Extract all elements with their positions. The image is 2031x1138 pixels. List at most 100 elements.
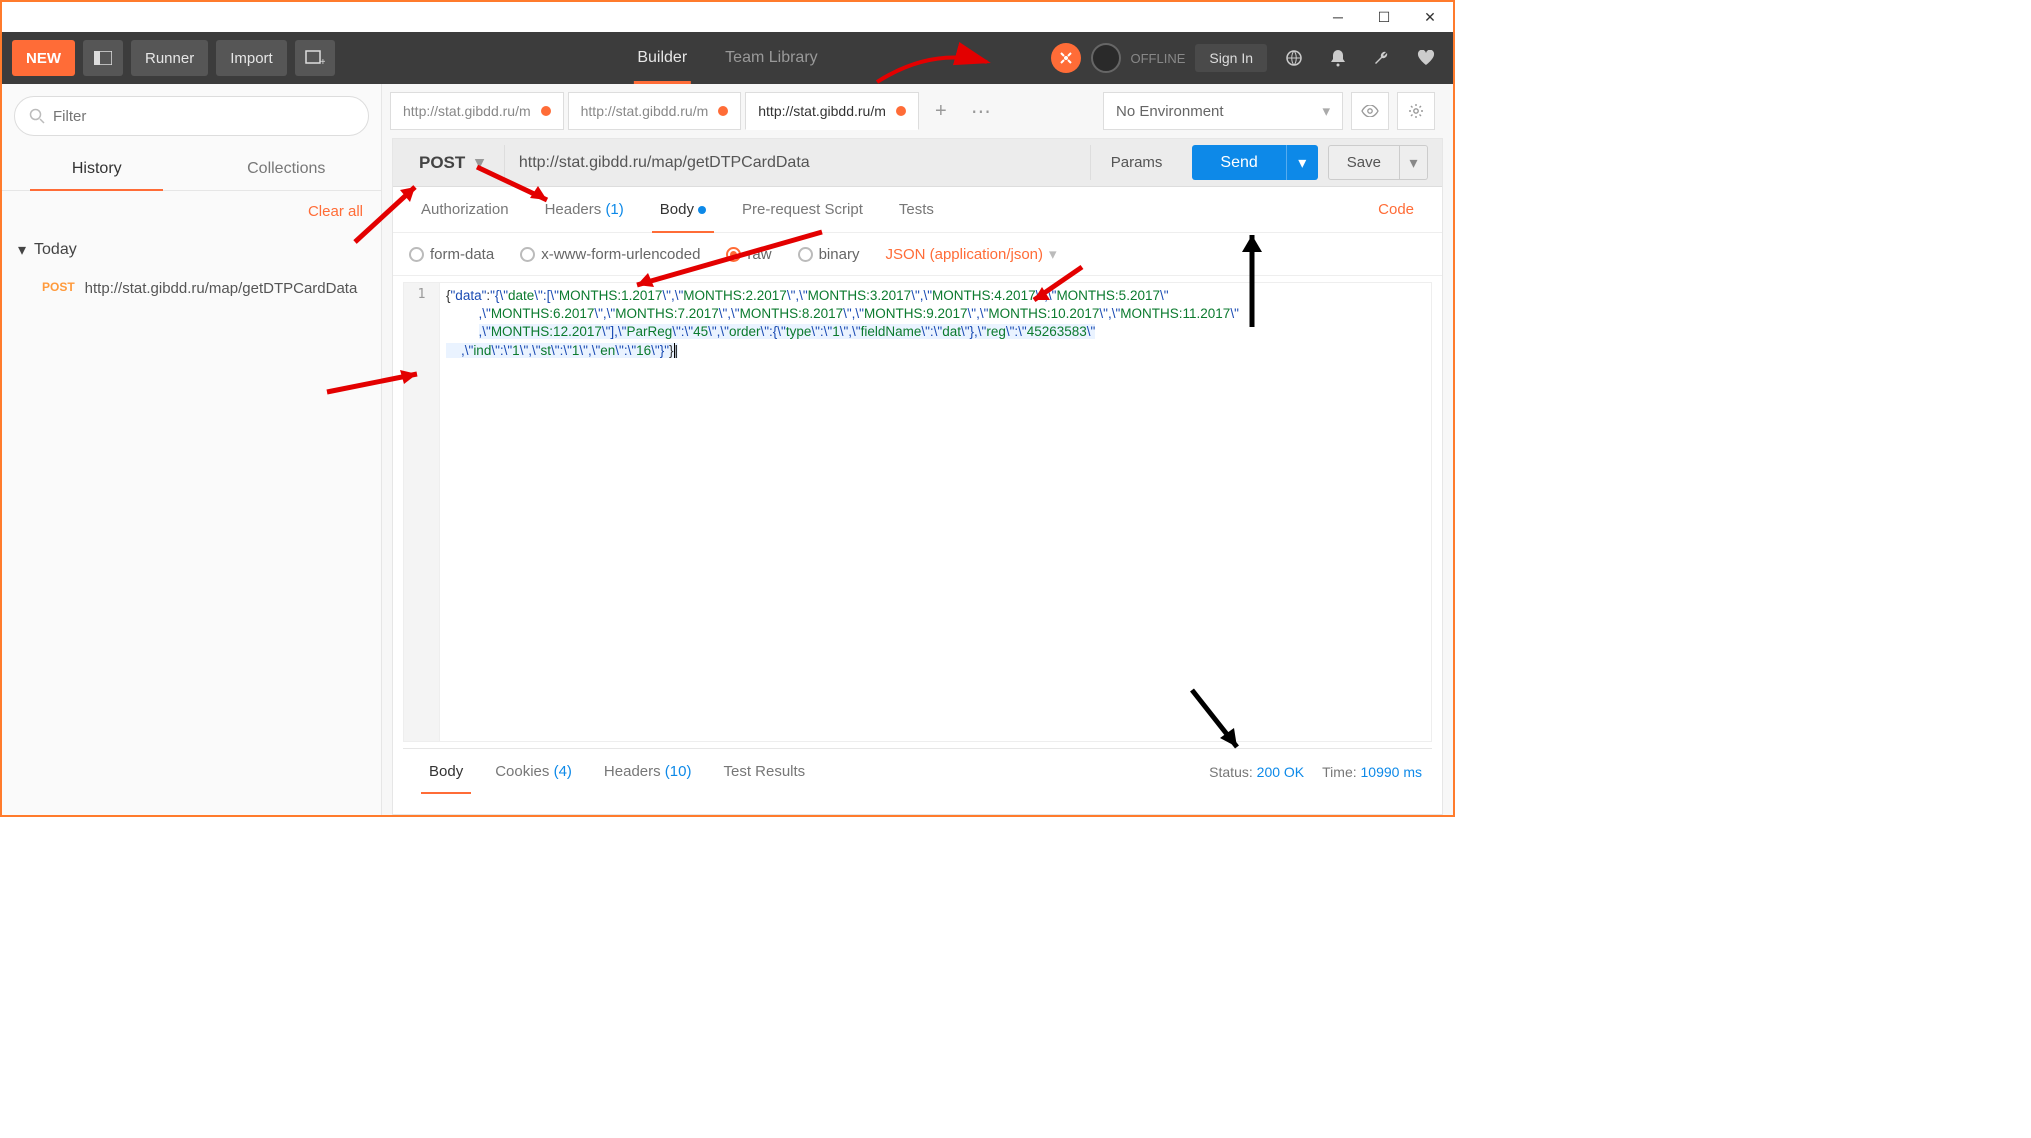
interceptor-icon[interactable] [1051,43,1081,73]
notifications-button[interactable] [1321,41,1355,75]
code-link[interactable]: Code [1360,187,1432,232]
heart-icon [1417,50,1435,66]
body-type-label: form-data [430,246,494,263]
toggle-sidebar-button[interactable] [83,40,123,76]
save-button[interactable]: Save [1328,145,1400,180]
request-tab[interactable]: http://stat.gibdd.ru/m [568,92,742,130]
chevron-down-icon: ▾ [475,153,484,173]
sidebar-tabs: History Collections [2,148,381,191]
content-type-label: JSON (application/json) [885,246,1043,263]
tab-headers-label: Headers [545,201,602,218]
main-area: History Collections Clear all ▾ Today PO… [2,84,1453,815]
runner-button[interactable]: Runner [131,40,208,76]
new-tab-button[interactable]: + [923,93,959,129]
signin-button[interactable]: Sign In [1195,44,1267,72]
dirty-indicator-icon [896,106,906,116]
environment-settings-button[interactable] [1397,92,1435,130]
heart-button[interactable] [1409,41,1443,75]
request-tab[interactable]: http://stat.gibdd.ru/m [745,92,919,130]
import-button[interactable]: Import [216,40,287,76]
dirty-indicator-icon [541,106,551,116]
tab-tests[interactable]: Tests [881,187,952,232]
history-group-today[interactable]: ▾ Today [2,232,381,268]
url-input[interactable] [505,145,1090,180]
status-label: Status: [1209,764,1253,780]
sync-status-label: OFFLINE [1131,51,1186,66]
params-button[interactable]: Params [1090,145,1183,180]
body-type-raw[interactable]: raw [726,246,771,263]
request-tab[interactable]: http://stat.gibdd.ru/m [390,92,564,130]
filter-input[interactable] [53,108,354,125]
request-tab-label: http://stat.gibdd.ru/m [403,103,531,119]
response-tab-cookies-label: Cookies [495,763,549,780]
environment-select[interactable]: No Environment [1103,92,1343,130]
sidebar-tab-collections[interactable]: Collections [192,148,382,190]
response-tab-body[interactable]: Body [413,749,479,794]
save-dropdown[interactable]: ▾ [1400,145,1428,180]
new-window-icon: + [305,50,325,66]
sidebar-tab-history[interactable]: History [2,148,192,190]
send-group: Send ▾ [1192,145,1317,180]
response-tab-cookies[interactable]: Cookies (4) [479,749,588,794]
eye-icon [1361,105,1379,117]
editor-content[interactable]: {"data":"{\"date\":[\"MONTHS:1.2017\",\"… [440,283,1431,741]
response-time: Time: 10990 ms [1322,764,1422,780]
send-button[interactable]: Send [1192,145,1285,180]
body-type-options: form-data x-www-form-urlencoded raw bina… [393,233,1442,276]
wrench-icon [1373,49,1391,67]
sidebar: History Collections Clear all ▾ Today PO… [2,84,382,815]
environment-row: No Environment [1103,92,1445,130]
time-label: Time: [1322,764,1356,780]
response-tab-headers-count: (10) [665,763,692,780]
tab-body[interactable]: Body [642,187,724,232]
content-type-select[interactable]: JSON (application/json) ▾ [885,245,1056,263]
new-button[interactable]: NEW [12,40,75,76]
nav-team-library[interactable]: Team Library [721,32,821,84]
body-type-urlencoded[interactable]: x-www-form-urlencoded [520,246,700,263]
history-item-url: http://stat.gibdd.ru/map/getDTPCardData [85,278,358,299]
request-tab-label: http://stat.gibdd.ru/m [758,103,886,119]
nav-builder[interactable]: Builder [633,32,691,84]
satellite-icon [1058,50,1074,66]
response-body-area [393,794,1442,814]
maximize-button[interactable]: ☐ [1361,2,1407,32]
method-value: POST [419,153,465,173]
editor-gutter: 1 [404,283,440,741]
body-editor[interactable]: 1 {"data":"{\"date\":[\"MONTHS:1.2017\",… [403,282,1432,742]
method-select[interactable]: POST ▾ [399,145,505,180]
content: http://stat.gibdd.ru/m http://stat.gibdd… [382,84,1453,815]
chevron-down-icon: ▾ [1049,245,1057,263]
body-type-binary[interactable]: binary [798,246,860,263]
request-tab-label: http://stat.gibdd.ru/m [581,103,709,119]
tab-authorization[interactable]: Authorization [403,187,527,232]
toolbar-right: OFFLINE Sign In [1051,41,1444,75]
app-window: ─ ☐ ✕ NEW Runner Import + Builder Team L… [0,0,1455,817]
browse-button[interactable] [1277,41,1311,75]
tab-options-button[interactable]: ⋯ [963,93,999,129]
tab-prerequest[interactable]: Pre-request Script [724,187,881,232]
radio-icon [726,247,741,262]
radio-icon [520,247,535,262]
chevron-down-icon: ▾ [18,240,26,260]
main-toolbar: NEW Runner Import + Builder Team Library… [2,32,1453,84]
sidebar-icon [94,51,112,65]
environment-quicklook-button[interactable] [1351,92,1389,130]
body-type-form-data[interactable]: form-data [409,246,494,263]
radio-icon [798,247,813,262]
clear-all-link[interactable]: Clear all [2,191,381,232]
svg-text:+: + [320,57,325,66]
history-item[interactable]: POST http://stat.gibdd.ru/map/getDTPCard… [2,268,381,309]
filter-box[interactable] [14,96,369,136]
environment-selected: No Environment [1116,103,1224,120]
settings-button[interactable] [1365,41,1399,75]
send-dropdown[interactable]: ▾ [1286,145,1318,180]
sync-status-icon[interactable] [1091,43,1121,73]
close-button[interactable]: ✕ [1407,2,1453,32]
minimize-button[interactable]: ─ [1315,2,1361,32]
bell-icon [1330,49,1346,67]
response-tab-headers[interactable]: Headers (10) [588,749,708,794]
tab-headers[interactable]: Headers (1) [527,187,642,232]
response-tab-tests[interactable]: Test Results [707,749,821,794]
body-type-label: raw [747,246,771,263]
new-window-button[interactable]: + [295,40,335,76]
